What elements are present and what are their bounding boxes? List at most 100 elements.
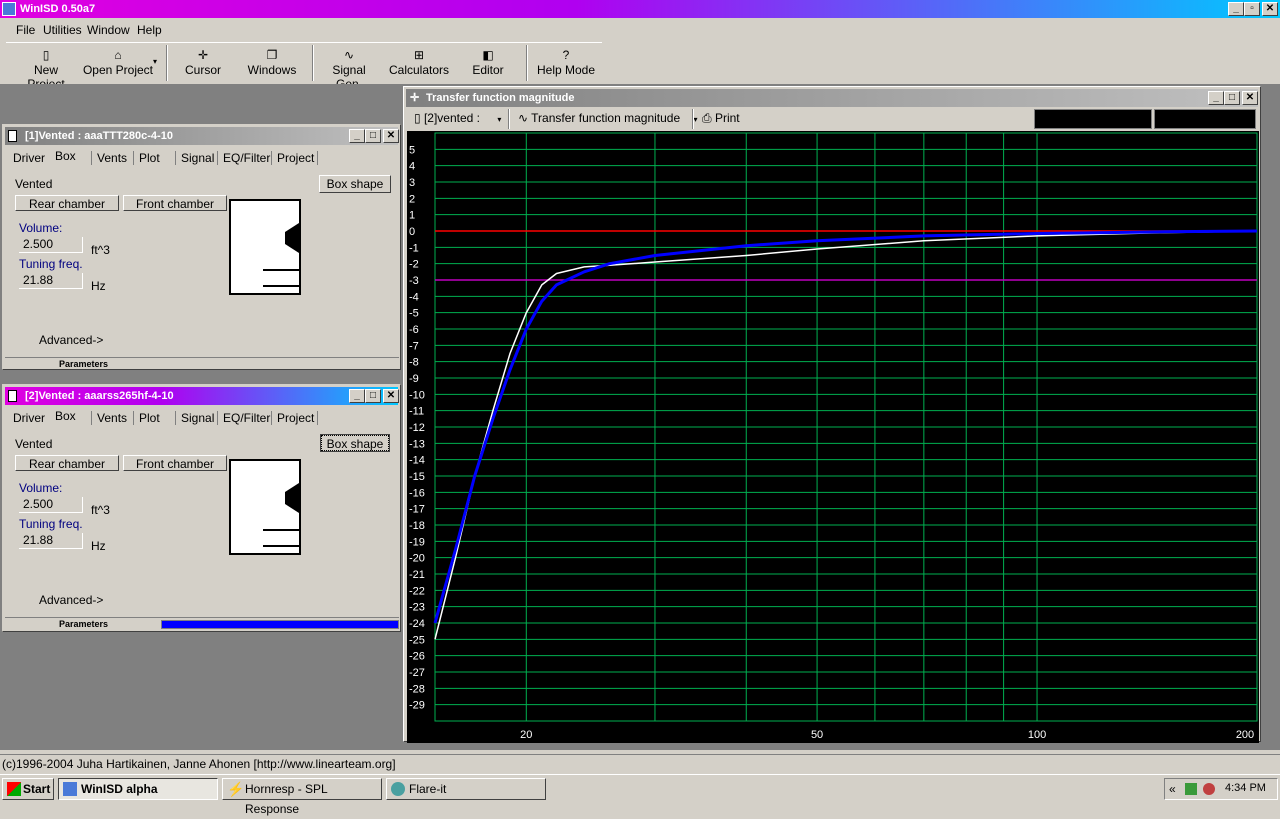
restore-button[interactable]: ▫ [1244,2,1260,16]
rear-chamber-tab[interactable]: Rear chamber [15,195,119,211]
project-window-2-titlebar[interactable]: [2]Vented : aaarss265hf-4-10 [5,387,398,405]
minimize-button[interactable]: _ [349,389,365,403]
volume-input[interactable]: 2.500 [19,237,83,253]
task-winisd[interactable]: WinISD alpha [58,778,218,800]
y-tick-label: -7 [409,340,419,352]
tuning-freq-unit: Hz [91,539,106,553]
advanced-button[interactable]: Advanced-> [39,593,103,607]
start-button[interactable]: Start [2,778,54,800]
tab-divider [175,411,176,425]
y-tick-label: 0 [409,226,415,238]
tab-plot[interactable]: Plot [139,151,160,165]
port-line [263,529,301,531]
minimize-button[interactable]: _ [1208,91,1224,105]
box-shape-button[interactable]: Box shape [320,434,390,452]
tuning-freq-input[interactable]: 21.88 [19,273,83,289]
help-mode-button[interactable]: ? Help Mode [534,47,598,77]
editor-button[interactable]: ◧ Editor [468,47,508,77]
windows-logo-icon [7,782,21,796]
tray-expand-button[interactable]: « [1169,782,1176,796]
x-tick-label: 20 [520,729,532,741]
menu-help[interactable]: Help [137,23,162,37]
tab-divider [317,411,318,425]
tab-eq-filter[interactable]: EQ/Filter [223,151,270,165]
tab-driver[interactable]: Driver [13,411,45,425]
maximize-button[interactable]: □ [365,389,381,403]
menu-file[interactable]: File [16,23,35,37]
calculators-button[interactable]: ⊞ Calculators [388,47,450,77]
status-bar: (c)1996-2004 Juha Hartikainen, Janne Aho… [0,754,1280,772]
volume-input[interactable]: 2.500 [19,497,83,513]
cursor-readout-panel [1034,109,1152,129]
volume-unit: ft^3 [91,503,110,517]
plot-area[interactable]: 5 4 3 2 1 0 -1 -2 -3 -4 -5 -6 -7 -8 -9 -10 -11 -12 -13 -14 -… [407,131,1259,743]
menu-window[interactable]: Window [87,23,130,37]
y-tick-label: -19 [409,536,425,548]
minimize-button[interactable]: _ [1228,2,1244,16]
maximize-button[interactable]: □ [1224,91,1240,105]
port-line [263,285,301,287]
y-tick-label: -27 [409,667,425,679]
rear-chamber-tab[interactable]: Rear chamber [15,455,119,471]
volume-unit: ft^3 [91,243,110,257]
tab-project[interactable]: Project [277,151,314,165]
minimize-button[interactable]: _ [349,129,365,143]
graph-type-dropdown[interactable]: ∿ Transfer function magnitude ▾ [518,111,698,125]
x-tick-label: 50 [811,729,823,741]
graph-window-titlebar[interactable]: ✛ Transfer function magnitude [406,89,1258,107]
front-chamber-tab[interactable]: Front chamber [123,195,227,211]
open-project-dropdown-icon[interactable]: ▾ [153,57,157,66]
front-chamber-tab[interactable]: Front chamber [123,455,227,471]
chevron-down-icon: ▾ [693,115,698,124]
windows-button[interactable]: ❐ Windows [244,47,300,77]
tab-signal[interactable]: Signal [181,151,214,165]
y-tick-label: -18 [409,520,425,532]
y-tick-label: -9 [409,373,419,385]
project-window-1: [1]Vented : aaaTTT280c-4-10 _ □ ✕ Driver… [2,124,401,370]
tab-box[interactable]: Box [55,149,76,163]
project-icon: ▯ [414,111,424,125]
box-shape-button[interactable]: Box shape [319,175,391,193]
tab-signal[interactable]: Signal [181,411,214,425]
crosshair-icon: ✛ [410,92,420,104]
project-select-dropdown[interactable]: ▯ [2]vented : ▾ [414,111,501,125]
open-project-button[interactable]: ⌂ Open Project [82,47,154,77]
y-tick-label: -29 [409,700,425,712]
y-tick-label: -1 [409,242,419,254]
y-tick-label: 1 [409,210,415,222]
tab-vents[interactable]: Vents [97,151,127,165]
volume-label: Volume: [19,221,63,235]
y-tick-label: -12 [409,422,425,434]
project-window-1-titlebar[interactable]: [1]Vented : aaaTTT280c-4-10 [5,127,398,145]
y-tick-label: 3 [409,177,415,189]
tab-eq-filter[interactable]: EQ/Filter [223,411,270,425]
print-button[interactable]: ⎙ Print [702,111,740,126]
close-button[interactable]: ✕ [1242,91,1258,105]
y-tick-label: -8 [409,357,419,369]
y-tick-label: -4 [409,291,419,303]
tab-driver[interactable]: Driver [13,151,45,165]
cursor-button[interactable]: ✛ Cursor [178,47,228,77]
close-button[interactable]: ✕ [1262,2,1278,16]
calculator-icon: ⊞ [413,48,425,62]
menu-utilities[interactable]: Utilities [43,23,82,37]
tuning-freq-input[interactable]: 21.88 [19,533,83,549]
task-hornresp[interactable]: ⚡ Hornresp - SPL Response [222,778,382,816]
toolbar-separator [526,45,528,81]
close-button[interactable]: ✕ [383,389,399,403]
advanced-button[interactable]: Advanced-> [39,333,103,347]
tab-vents[interactable]: Vents [97,411,127,425]
y-tick-label: -14 [409,455,425,467]
transfer-function-chart[interactable]: 5 4 3 2 1 0 -1 -2 -3 -4 -5 -6 -7 -8 -9 -10 -11 -12 -13 -14 -… [407,131,1259,743]
y-tick-label: -5 [409,308,419,320]
tab-box[interactable]: Box [55,409,76,423]
tab-project[interactable]: Project [277,411,314,425]
maximize-button[interactable]: □ [365,129,381,143]
security-icon[interactable] [1203,783,1215,795]
network-icon[interactable] [1185,783,1197,795]
tab-plot[interactable]: Plot [139,411,160,425]
close-button[interactable]: ✕ [383,129,399,143]
toolbar-separator [508,109,510,129]
task-flare-it[interactable]: Flare-it [386,778,546,800]
y-tick-label: -10 [409,389,425,401]
